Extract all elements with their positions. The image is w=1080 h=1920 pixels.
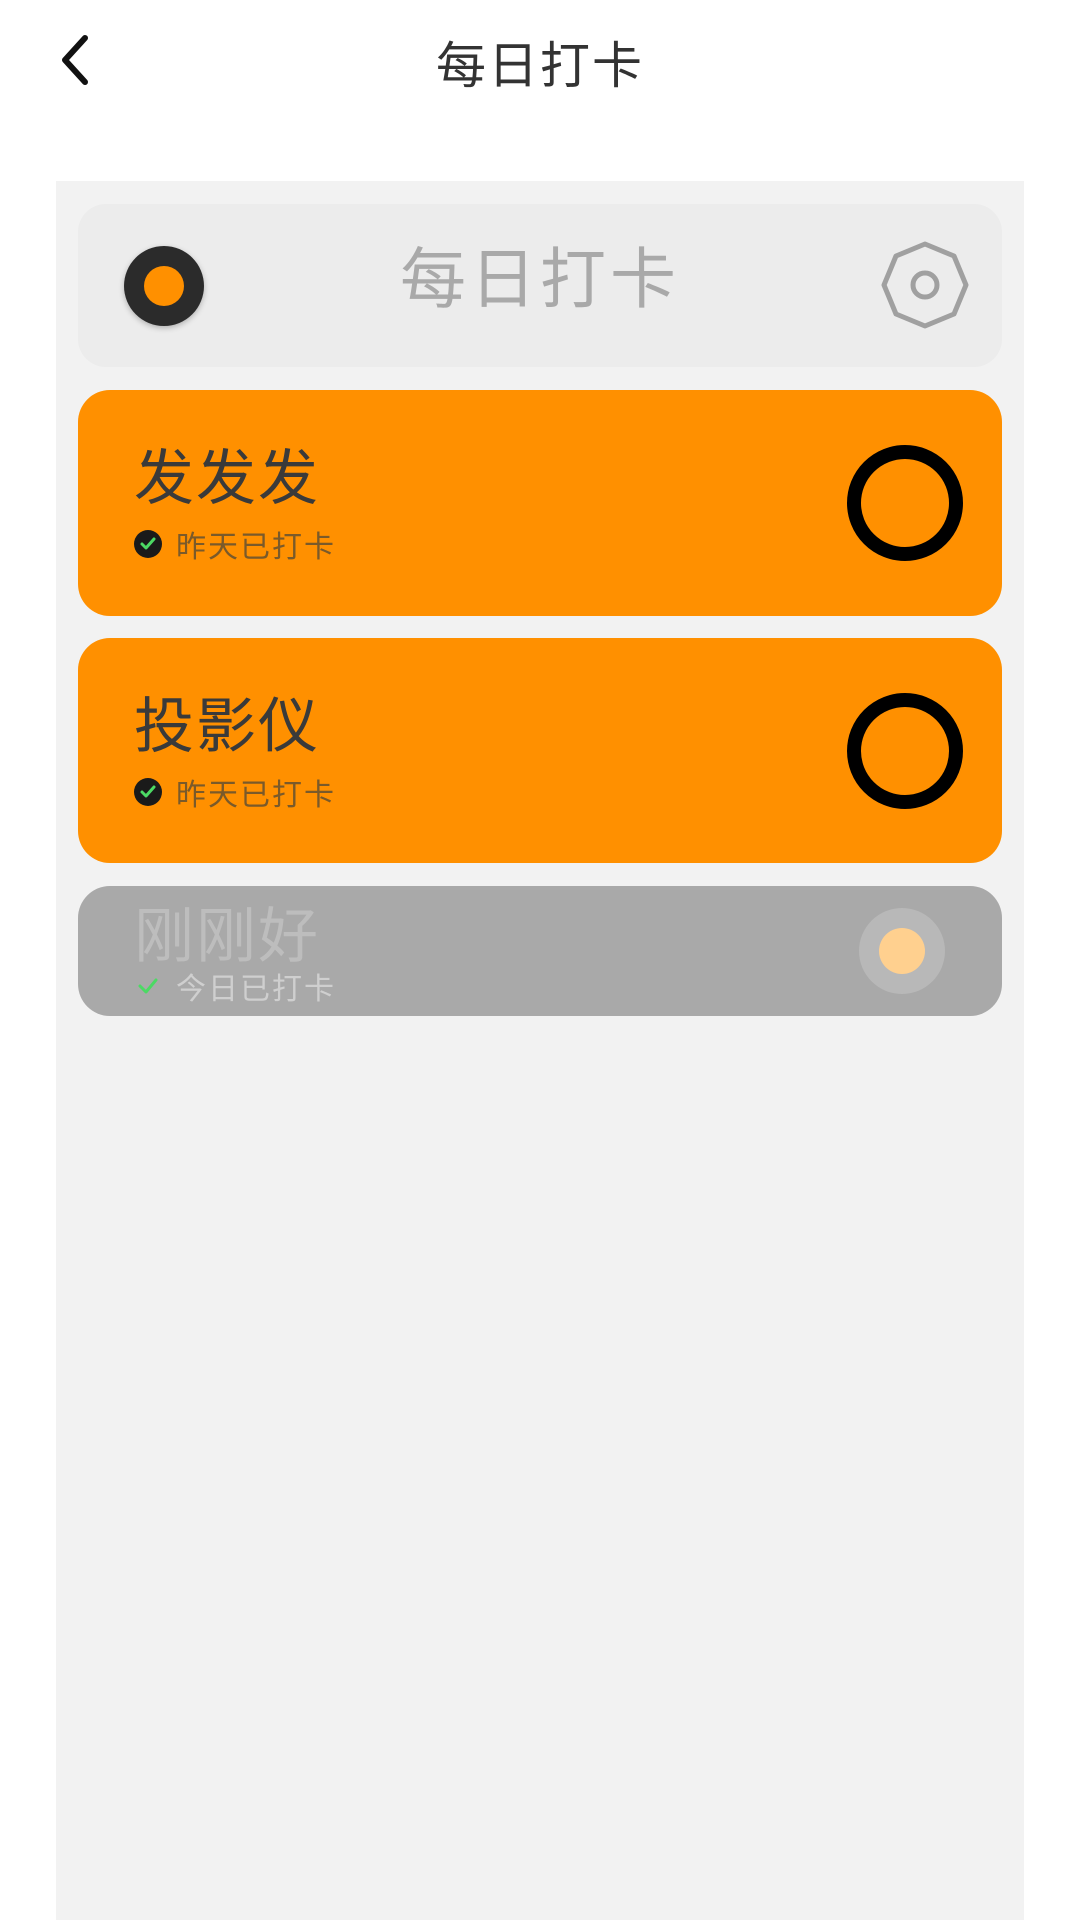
settings-icon: [881, 241, 969, 329]
top-nav-bar: 每日打卡: [0, 0, 1080, 130]
habit-name: 发发发: [134, 444, 320, 514]
page-title: 每日打卡: [436, 37, 644, 95]
checkmark-icon: [134, 972, 162, 1000]
habit-card[interactable]: 发发发 昨天已打卡: [78, 390, 1002, 616]
habit-status-text: 昨天已打卡: [176, 530, 336, 565]
widget-header: 每日打卡: [78, 204, 1002, 367]
habit-status: 昨天已打卡: [134, 772, 336, 813]
check-circle-icon: [134, 778, 162, 806]
habit-card-completed[interactable]: 刚刚好 今日已打卡: [78, 886, 1002, 1016]
done-dot: [879, 928, 925, 974]
habit-status: 昨天已打卡: [134, 524, 336, 565]
habit-status-text: 昨天已打卡: [176, 778, 336, 813]
habit-status-text: 今日已打卡: [176, 972, 336, 1007]
settings-button[interactable]: [880, 240, 970, 330]
habit-name: 投影仪: [134, 692, 320, 762]
habit-name: 刚刚好: [134, 902, 320, 972]
checkin-button[interactable]: [847, 693, 963, 809]
daily-checkin-page: 每日打卡 每日打卡 发发发 昨天已打卡 投影仪 昨天已打卡 刚刚好 今日已打卡: [0, 0, 1080, 1920]
habit-card[interactable]: 投影仪 昨天已打卡: [78, 638, 1002, 863]
content-panel: 每日打卡 发发发 昨天已打卡 投影仪 昨天已打卡 刚刚好 今日已打卡: [56, 181, 1024, 1920]
check-circle-icon: [134, 530, 162, 558]
checkin-button-done[interactable]: [859, 908, 945, 994]
widget-title: 每日打卡: [400, 241, 680, 318]
checkin-button[interactable]: [847, 445, 963, 561]
habit-status: 今日已打卡: [134, 966, 336, 1007]
